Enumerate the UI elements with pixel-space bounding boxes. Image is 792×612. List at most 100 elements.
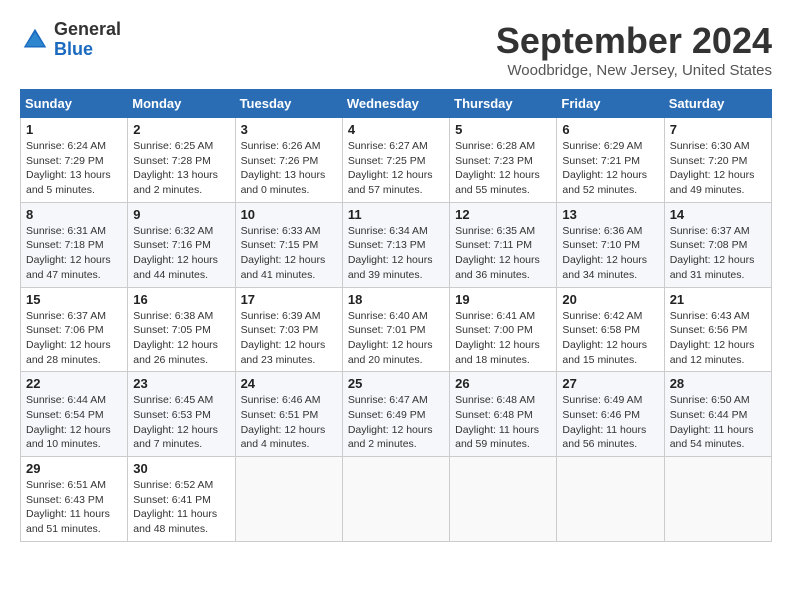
calendar-cell: 15Sunrise: 6:37 AMSunset: 7:06 PMDayligh… (21, 287, 128, 372)
day-number: 10 (241, 207, 337, 222)
calendar-cell: 24Sunrise: 6:46 AMSunset: 6:51 PMDayligh… (235, 372, 342, 457)
day-number: 27 (562, 376, 658, 391)
calendar-cell: 10 Sunrise: 6:33 AMSunset: 7:15 PMDayligh… (235, 202, 342, 287)
day-number: 29 (26, 461, 122, 476)
calendar-cell: 17 Sunrise: 6:39 AMSunset: 7:03 PMDayligh… (235, 287, 342, 372)
calendar-cell: 6Sunrise: 6:29 AMSunset: 7:21 PMDaylight… (557, 118, 664, 203)
calendar-cell (450, 457, 557, 542)
day-info: Sunrise: 6:37 AMSunset: 7:08 PMDaylight:… (670, 224, 766, 283)
day-info: Sunrise: 6:49 AMSunset: 6:46 PMDaylight:… (562, 393, 658, 452)
calendar-cell: 27 Sunrise: 6:49 AMSunset: 6:46 PMDayligh… (557, 372, 664, 457)
calendar-cell: 7Sunrise: 6:30 AMSunset: 7:20 PMDaylight… (664, 118, 771, 203)
day-info: Sunrise: 6:41 AMSunset: 7:00 PMDaylight:… (455, 309, 551, 368)
day-info: Sunrise: 6:44 AMSunset: 6:54 PMDaylight:… (26, 393, 122, 452)
header: General Blue September 2024 Woodbridge, … (20, 20, 772, 79)
days-header-row: SundayMondayTuesdayWednesdayThursdayFrid… (21, 90, 772, 118)
month-title: September 2024 (496, 20, 772, 62)
day-number: 28 (670, 376, 766, 391)
day-info: Sunrise: 6:42 AMSunset: 6:58 PMDaylight:… (562, 309, 658, 368)
calendar-cell: 4 Sunrise: 6:27 AMSunset: 7:25 PMDaylight… (342, 118, 449, 203)
day-number: 12 (455, 207, 551, 222)
calendar-week-4: 22 Sunrise: 6:44 AMSunset: 6:54 PMDayligh… (21, 372, 772, 457)
calendar-cell (664, 457, 771, 542)
calendar-cell: 22 Sunrise: 6:44 AMSunset: 6:54 PMDayligh… (21, 372, 128, 457)
calendar-week-5: 29 Sunrise: 6:51 AMSunset: 6:43 PMDayligh… (21, 457, 772, 542)
calendar-cell: 29 Sunrise: 6:51 AMSunset: 6:43 PMDayligh… (21, 457, 128, 542)
day-info: Sunrise: 6:48 AMSunset: 6:48 PMDaylight:… (455, 393, 551, 452)
calendar-cell: 26 Sunrise: 6:48 AMSunset: 6:48 PMDayligh… (450, 372, 557, 457)
logo-general-text: General (54, 20, 121, 40)
day-info: Sunrise: 6:43 AMSunset: 6:56 PMDaylight:… (670, 309, 766, 368)
day-header-thursday: Thursday (450, 90, 557, 118)
calendar-cell: 2 Sunrise: 6:25 AMSunset: 7:28 PMDaylight… (128, 118, 235, 203)
calendar-body: 1Sunrise: 6:24 AMSunset: 7:29 PMDaylight… (21, 118, 772, 542)
day-header-monday: Monday (128, 90, 235, 118)
day-header-sunday: Sunday (21, 90, 128, 118)
day-number: 4 (348, 122, 444, 137)
day-info: Sunrise: 6:27 AMSunset: 7:25 PMDaylight:… (348, 139, 444, 198)
day-info: Sunrise: 6:32 AMSunset: 7:16 PMDaylight:… (133, 224, 229, 283)
calendar-cell: 8 Sunrise: 6:31 AMSunset: 7:18 PMDaylight… (21, 202, 128, 287)
title-area: September 2024 Woodbridge, New Jersey, U… (496, 20, 772, 79)
day-number: 26 (455, 376, 551, 391)
day-number: 13 (562, 207, 658, 222)
calendar-cell: 3 Sunrise: 6:26 AMSunset: 7:26 PMDaylight… (235, 118, 342, 203)
calendar-week-1: 1Sunrise: 6:24 AMSunset: 7:29 PMDaylight… (21, 118, 772, 203)
day-number: 18 (348, 292, 444, 307)
day-number: 6 (562, 122, 658, 137)
day-number: 23 (133, 376, 229, 391)
calendar-cell: 21 Sunrise: 6:43 AMSunset: 6:56 PMDayligh… (664, 287, 771, 372)
day-header-saturday: Saturday (664, 90, 771, 118)
day-info: Sunrise: 6:45 AMSunset: 6:53 PMDaylight:… (133, 393, 229, 452)
calendar-cell (342, 457, 449, 542)
calendar-cell: 1Sunrise: 6:24 AMSunset: 7:29 PMDaylight… (21, 118, 128, 203)
day-number: 24 (241, 376, 337, 391)
calendar: SundayMondayTuesdayWednesdayThursdayFrid… (20, 89, 772, 542)
day-info: Sunrise: 6:50 AMSunset: 6:44 PMDaylight:… (670, 393, 766, 452)
calendar-header: SundayMondayTuesdayWednesdayThursdayFrid… (21, 90, 772, 118)
calendar-cell: 19Sunrise: 6:41 AMSunset: 7:00 PMDayligh… (450, 287, 557, 372)
day-number: 17 (241, 292, 337, 307)
day-number: 1 (26, 122, 122, 137)
day-number: 2 (133, 122, 229, 137)
logo-blue-text: Blue (54, 40, 121, 60)
calendar-cell: 11 Sunrise: 6:34 AMSunset: 7:13 PMDayligh… (342, 202, 449, 287)
day-info: Sunrise: 6:51 AMSunset: 6:43 PMDaylight:… (26, 478, 122, 537)
day-info: Sunrise: 6:31 AMSunset: 7:18 PMDaylight:… (26, 224, 122, 283)
calendar-cell: 5Sunrise: 6:28 AMSunset: 7:23 PMDaylight… (450, 118, 557, 203)
day-info: Sunrise: 6:33 AMSunset: 7:15 PMDaylight:… (241, 224, 337, 283)
day-number: 21 (670, 292, 766, 307)
day-info: Sunrise: 6:25 AMSunset: 7:28 PMDaylight:… (133, 139, 229, 198)
day-info: Sunrise: 6:36 AMSunset: 7:10 PMDaylight:… (562, 224, 658, 283)
day-header-tuesday: Tuesday (235, 90, 342, 118)
day-header-friday: Friday (557, 90, 664, 118)
day-number: 11 (348, 207, 444, 222)
calendar-cell: 23 Sunrise: 6:45 AMSunset: 6:53 PMDayligh… (128, 372, 235, 457)
calendar-cell: 9 Sunrise: 6:32 AMSunset: 7:16 PMDaylight… (128, 202, 235, 287)
logo-text: General Blue (54, 20, 121, 60)
day-info: Sunrise: 6:40 AMSunset: 7:01 PMDaylight:… (348, 309, 444, 368)
day-info: Sunrise: 6:38 AMSunset: 7:05 PMDaylight:… (133, 309, 229, 368)
day-header-wednesday: Wednesday (342, 90, 449, 118)
day-info: Sunrise: 6:47 AMSunset: 6:49 PMDaylight:… (348, 393, 444, 452)
day-number: 8 (26, 207, 122, 222)
day-number: 9 (133, 207, 229, 222)
day-number: 22 (26, 376, 122, 391)
day-info: Sunrise: 6:39 AMSunset: 7:03 PMDaylight:… (241, 309, 337, 368)
calendar-cell: 18 Sunrise: 6:40 AMSunset: 7:01 PMDayligh… (342, 287, 449, 372)
calendar-cell: 20Sunrise: 6:42 AMSunset: 6:58 PMDayligh… (557, 287, 664, 372)
logo: General Blue (20, 20, 121, 60)
calendar-cell: 13 Sunrise: 6:36 AMSunset: 7:10 PMDayligh… (557, 202, 664, 287)
day-info: Sunrise: 6:26 AMSunset: 7:26 PMDaylight:… (241, 139, 337, 198)
calendar-week-2: 8 Sunrise: 6:31 AMSunset: 7:18 PMDaylight… (21, 202, 772, 287)
day-number: 14 (670, 207, 766, 222)
calendar-cell: 25Sunrise: 6:47 AMSunset: 6:49 PMDayligh… (342, 372, 449, 457)
day-info: Sunrise: 6:28 AMSunset: 7:23 PMDaylight:… (455, 139, 551, 198)
day-info: Sunrise: 6:37 AMSunset: 7:06 PMDaylight:… (26, 309, 122, 368)
calendar-cell (557, 457, 664, 542)
day-number: 3 (241, 122, 337, 137)
day-number: 30 (133, 461, 229, 476)
calendar-cell: 28 Sunrise: 6:50 AMSunset: 6:44 PMDayligh… (664, 372, 771, 457)
day-info: Sunrise: 6:34 AMSunset: 7:13 PMDaylight:… (348, 224, 444, 283)
calendar-week-3: 15Sunrise: 6:37 AMSunset: 7:06 PMDayligh… (21, 287, 772, 372)
